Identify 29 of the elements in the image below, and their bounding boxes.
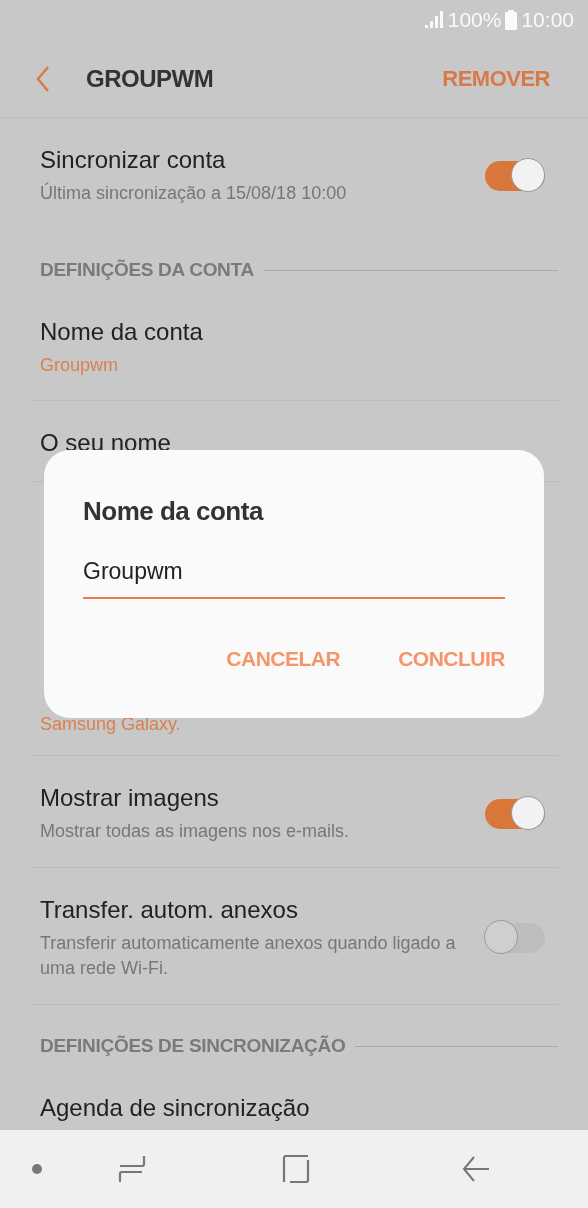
dialog-button[interactable]: CONCLUIR xyxy=(398,647,505,671)
battery-icon xyxy=(505,10,518,30)
back-button[interactable] xyxy=(462,1155,490,1183)
setting-subtitle: Última sincronização a 15/08/18 10:00 xyxy=(40,181,348,205)
setting-subtitle: Mostrar todas as imagens nos e-mails. xyxy=(40,820,351,843)
setting-title: Transfer. autom. anexos xyxy=(40,895,299,925)
setting-title: Agenda de sincronização xyxy=(40,1093,311,1123)
dialog-title: Nome da conta xyxy=(83,495,265,528)
recents-button[interactable] xyxy=(118,1155,146,1183)
name-input-field[interactable]: Groupwm xyxy=(83,558,505,599)
setting-subtitle: Transferir automaticamente anexos quando ligado a uma rede Wi-Fi. xyxy=(40,932,457,980)
signal-icon xyxy=(423,11,444,29)
dot-icon[interactable] xyxy=(32,1164,42,1174)
remove-button[interactable]: REMOVER xyxy=(442,65,550,92)
recents-icon xyxy=(118,1155,146,1183)
setting-title: Sincronizar conta xyxy=(40,145,227,175)
setting-title: Mostrar imagens xyxy=(40,783,220,813)
dialog-button[interactable]: CANCELAR xyxy=(226,647,341,671)
toggle-switch[interactable] xyxy=(485,798,545,829)
setting-value: Samsung Galaxy. xyxy=(40,713,182,736)
back-arrow-icon xyxy=(462,1155,490,1183)
setting-title: Nome da conta xyxy=(40,317,204,347)
section-heading: DEFINIÇÕES DA CONTA xyxy=(40,260,254,280)
section-heading: DEFINIÇÕES DE SINCRONIZAÇÃO xyxy=(40,1036,346,1056)
home-button[interactable] xyxy=(282,1155,310,1183)
screen-title: GROUPWM xyxy=(86,64,215,93)
toggle-switch[interactable] xyxy=(485,160,545,191)
toggle-switch[interactable] xyxy=(485,923,545,953)
setting-value: Groupwm xyxy=(40,354,120,377)
